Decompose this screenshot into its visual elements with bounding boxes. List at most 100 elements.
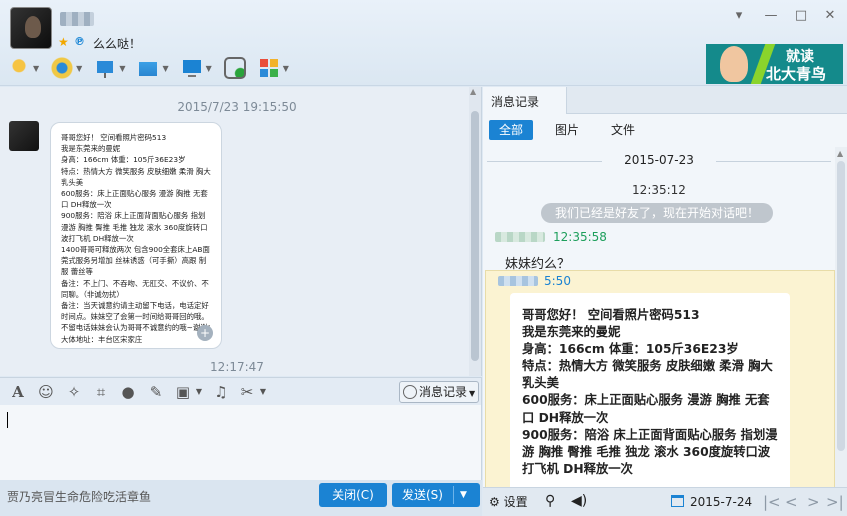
send-file-button[interactable]: ▼ — [137, 57, 169, 79]
history-scrollbar[interactable]: ▲ — [835, 147, 847, 487]
next-page-icon[interactable]: > — [807, 493, 820, 511]
chat-message-area[interactable]: 2015/7/23 19:15:50 哥哥您好！ 空间看照片密码513 我是东莞… — [0, 87, 482, 376]
contact-avatar[interactable] — [10, 7, 52, 49]
doodle-icon[interactable]: ✎ — [147, 383, 165, 401]
qzone-icon[interactable]: ℗ — [74, 35, 85, 48]
emoji-icon[interactable]: ☺ — [37, 383, 55, 401]
scrollbar-thumb[interactable] — [471, 111, 479, 361]
chat-header: ★ ℗ 么么哒！ ▾ — □ ✕ ▼ ▼ ▼ ▼ ▼ ▼ 就读 北大青鸟 — [0, 0, 847, 86]
calendar-icon[interactable] — [671, 495, 684, 507]
ad-person-image — [720, 46, 748, 82]
chat-toolbar: ▼ ▼ ▼ ▼ ▼ ▼ — [8, 55, 301, 81]
tab-message-history[interactable]: 消息记录 — [483, 87, 567, 114]
screen-share-button[interactable]: ▼ — [180, 57, 212, 79]
history-filter-bar: 全部 图片 文件 — [483, 115, 847, 147]
video-call-button[interactable]: ▼ — [51, 57, 82, 79]
apps-grid-icon — [257, 57, 280, 79]
minimize-button[interactable]: — — [762, 8, 780, 24]
font-icon[interactable]: A — [9, 383, 27, 401]
apps-button[interactable]: ▼ — [257, 57, 289, 79]
image-message-card[interactable]: 哥哥您好！ 空间看照片密码513 我是东莞来的曼妮 身高：166cm 体重：10… — [510, 293, 790, 487]
microphone-icon — [8, 57, 30, 79]
monitor-icon — [180, 57, 203, 79]
prev-page-icon[interactable]: < — [785, 493, 798, 511]
chevron-down-icon[interactable]: ▼ — [460, 483, 467, 507]
chat-add-icon — [223, 57, 246, 79]
camera-icon — [51, 57, 74, 79]
chevron-down-icon: ▼ — [119, 63, 126, 73]
date-separator: 2015-07-23 — [483, 153, 835, 167]
settings-label: 设置 — [503, 495, 528, 509]
history-message-list[interactable]: 2015-07-23 12:35:12 我们已经是好友了，现在开始对话吧！ 12… — [483, 147, 835, 487]
image-message-text: 哥哥您好！ 空间看照片密码513 我是东莞来的曼妮 身高：166cm 体重：10… — [61, 133, 211, 344]
chevron-down-icon[interactable]: ▼ — [190, 383, 208, 401]
chevron-down-icon: ▼ — [162, 63, 169, 73]
advertisement-banner[interactable]: 就读 北大青鸟 — [706, 44, 843, 84]
filter-all[interactable]: 全部 — [489, 120, 534, 140]
history-tabbar: 消息记录 — [483, 87, 847, 114]
send-button[interactable]: 发送(S) ▼ — [392, 483, 480, 507]
folder-icon — [137, 57, 160, 79]
sender-name-blurred — [498, 276, 538, 286]
chevron-down-icon: ▼ — [33, 63, 40, 73]
filter-files[interactable]: 文件 — [601, 120, 645, 140]
divider — [453, 486, 454, 504]
text-caret — [7, 412, 8, 428]
message-timestamp: 12:35:12 — [632, 183, 686, 197]
highlighted-message[interactable]: 5:50 哥哥您好！ 空间看照片密码513 我是东莞来的曼妮 身高：166cm … — [485, 270, 835, 487]
close-button[interactable]: 关闭(C) — [319, 483, 387, 507]
chat-scrollbar[interactable]: ▲ — [469, 87, 481, 376]
presentation-icon — [94, 57, 117, 79]
news-ticker[interactable]: 贾乃亮冒生命危险吃活章鱼 — [7, 488, 151, 505]
contact-signature: 么么哒！ — [93, 37, 142, 51]
image-message-bubble[interactable]: 哥哥您好！ 空间看照片密码513 我是东莞来的曼妮 身高：166cm 体重：10… — [50, 122, 222, 349]
scrollbar-thumb[interactable] — [837, 161, 845, 451]
remote-desktop-button[interactable]: ▼ — [94, 57, 125, 79]
message-timestamp: 5:50 — [544, 274, 571, 288]
voice-call-button[interactable]: ▼ — [8, 57, 39, 79]
close-window-button[interactable]: ✕ — [821, 8, 839, 24]
message-timestamp: 2015/7/23 19:15:50 — [177, 100, 297, 114]
speaker-icon[interactable]: ◀) — [571, 493, 587, 509]
input-toolbar: A ☺ ✧ ⌗ ● ✎ ▣ ▼ ♫ ✂ ▼ 消息记录 ▼ — [0, 377, 482, 405]
current-date[interactable]: 2015-7-24 — [690, 495, 752, 509]
sender-avatar[interactable] — [9, 121, 39, 151]
chevron-down-icon: ▼ — [282, 63, 289, 73]
scroll-up-arrow[interactable]: ▲ — [837, 149, 843, 158]
history-panel: 消息记录 全部 图片 文件 2015-07-23 12:35:12 我们已经是好… — [483, 87, 847, 516]
settings-button[interactable]: ⚙ 设置 — [489, 493, 528, 510]
shake-window-icon[interactable]: ✧ — [65, 383, 83, 401]
contact-nickname-blurred — [60, 12, 94, 26]
last-page-icon[interactable]: >| — [826, 493, 844, 511]
system-message: 我们已经是好友了，现在开始对话吧！ — [541, 203, 773, 223]
zoom-in-icon[interactable]: + — [197, 325, 213, 341]
chevron-down-icon: ▼ — [76, 63, 83, 73]
star-icon: ★ — [58, 35, 69, 49]
scroll-up-arrow[interactable]: ▲ — [470, 87, 476, 96]
sender-name-blurred — [495, 232, 545, 242]
message-timestamp: 12:35:58 — [553, 230, 607, 244]
ad-line2: 北大青鸟 — [766, 65, 827, 83]
chevron-down-icon: ▼ — [469, 389, 476, 398]
message-input[interactable] — [0, 405, 482, 480]
chevron-down-icon: ▼ — [205, 63, 212, 73]
image-message-text: 哥哥您好！ 空间看照片密码513 我是东莞来的曼妮 身高：166cm 体重：10… — [522, 308, 778, 476]
filter-images[interactable]: 图片 — [545, 120, 589, 140]
screenshot-icon[interactable]: ⌗ — [92, 383, 110, 401]
maximize-button[interactable]: □ — [792, 8, 810, 24]
clock-icon — [403, 385, 417, 399]
message-timestamp: 12:17:47 — [210, 360, 264, 374]
send-label: 发送(S) — [402, 488, 443, 502]
message-history-label: 消息记录 — [419, 385, 468, 399]
music-icon[interactable]: ♫ — [212, 383, 230, 401]
voice-message-icon[interactable]: ● — [119, 383, 137, 401]
bottom-bar: 贾乃亮冒生命危险吃活章鱼 关闭(C) 发送(S) ▼ — [0, 480, 482, 516]
gear-icon: ⚙ — [489, 495, 500, 509]
search-icon[interactable]: ⚲ — [545, 493, 555, 509]
new-discussion-button[interactable] — [223, 57, 246, 79]
history-bottom-bar: ⚙ 设置 ⚲ ◀) 2015-7-24 |< < > >| — [483, 487, 847, 516]
dropdown-icon[interactable]: ▾ — [730, 8, 748, 24]
chevron-down-icon[interactable]: ▼ — [254, 383, 272, 401]
message-history-button[interactable]: 消息记录 ▼ — [399, 381, 479, 403]
first-page-icon[interactable]: |< — [763, 493, 781, 511]
